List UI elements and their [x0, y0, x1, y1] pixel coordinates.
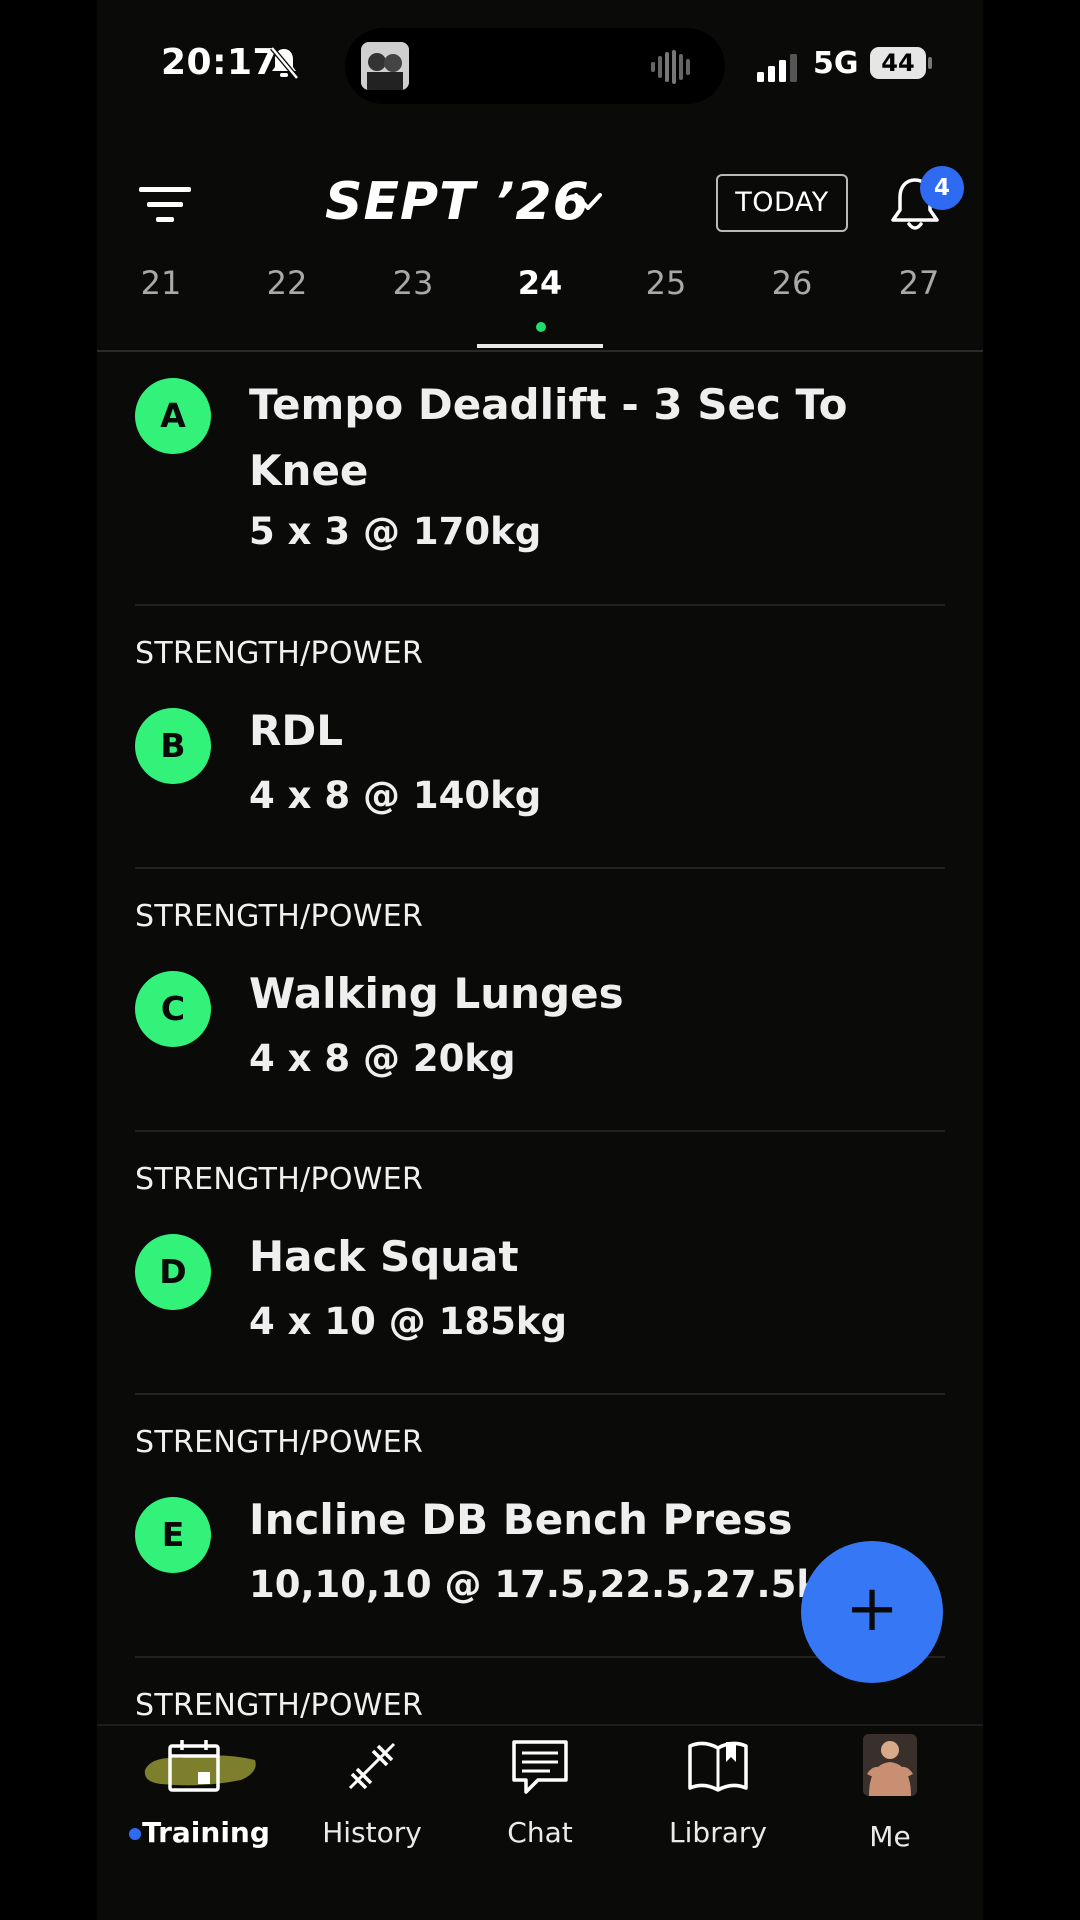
exercise-item-f[interactable]: STRENGTH/POWER [135, 1658, 945, 1724]
status-time: 20:17 [161, 42, 279, 83]
exercise-name: Incline DB Bench Press [249, 1495, 793, 1544]
exercise-list: A Tempo Deadlift - 3 Sec To Knee 5 x 3 @… [97, 352, 983, 1724]
filter-icon[interactable] [139, 185, 191, 225]
exercise-item-c[interactable]: STRENGTH/POWER C Walking Lunges 4 x 8 @ … [135, 869, 945, 1132]
bottom-nav: Training History Chat Library Me [97, 1724, 983, 1920]
category-label: STRENGTH/POWER [135, 1688, 424, 1723]
book-icon [688, 1741, 748, 1792]
nav-label: Library [669, 1816, 767, 1849]
exercise-item-b[interactable]: STRENGTH/POWER B RDL 4 x 8 @ 140kg [135, 606, 945, 869]
now-playing-artwork [361, 42, 409, 90]
exercise-prescription: 4 x 8 @ 20kg [249, 1037, 516, 1080]
category-label: STRENGTH/POWER [135, 1162, 424, 1197]
exercise-letter-badge: E [135, 1497, 211, 1573]
exercise-prescription: 4 x 10 @ 185kg [249, 1300, 567, 1343]
app-screen: 20:17 5G 44 SEPT ’26 TODAY 4 21 22 23 24… [97, 0, 983, 1920]
exercise-name: RDL [249, 706, 343, 755]
exercise-prescription: 10,10,10 @ 17.5,22.5,27.5kg [249, 1563, 848, 1606]
avatar [863, 1734, 917, 1796]
network-type: 5G [813, 46, 859, 81]
nav-library[interactable]: Library [633, 1726, 803, 1849]
date-26[interactable]: 26 [732, 264, 852, 302]
month-selector[interactable]: SEPT ’26 [325, 172, 590, 232]
exercise-letter-badge: A [135, 378, 211, 454]
date-24-selected[interactable]: 24 [480, 264, 600, 302]
nav-label: Me [869, 1820, 911, 1853]
notification-count-badge: 4 [920, 166, 964, 210]
exercise-letter-badge: B [135, 708, 211, 784]
exercise-item-a[interactable]: A Tempo Deadlift - 3 Sec To Knee 5 x 3 @… [135, 352, 945, 606]
selected-date-underline [477, 344, 603, 348]
workout-indicator-dot [536, 322, 546, 332]
exercise-prescription: 4 x 8 @ 140kg [249, 774, 542, 817]
calendar-icon [168, 1740, 220, 1792]
cellular-signal-icon [757, 54, 797, 82]
chat-icon [512, 1740, 568, 1794]
date-25[interactable]: 25 [606, 264, 726, 302]
nav-label: History [322, 1816, 422, 1849]
nav-chat[interactable]: Chat [455, 1726, 625, 1849]
nav-training[interactable]: Training [109, 1726, 279, 1849]
battery-icon: 44 [870, 47, 934, 79]
category-label: STRENGTH/POWER [135, 899, 424, 934]
category-label: STRENGTH/POWER [135, 1425, 424, 1460]
status-bar: 20:17 5G 44 [97, 0, 983, 130]
exercise-letter-badge: D [135, 1234, 211, 1310]
chevron-down-icon[interactable] [571, 190, 605, 214]
nav-label: Training [142, 1816, 270, 1849]
date-21[interactable]: 21 [101, 264, 221, 302]
exercise-name: Walking Lunges [249, 969, 624, 1018]
exercise-item-d[interactable]: STRENGTH/POWER D Hack Squat 4 x 10 @ 185… [135, 1132, 945, 1395]
exercise-prescription: 5 x 3 @ 170kg [249, 510, 542, 553]
silent-mode-icon [270, 46, 299, 80]
audio-waveform-icon [651, 50, 690, 84]
today-button[interactable]: TODAY [716, 174, 848, 232]
date-22[interactable]: 22 [227, 264, 347, 302]
category-label: STRENGTH/POWER [135, 636, 424, 671]
date-strip: 21 22 23 24 25 26 27 [97, 264, 983, 354]
dynamic-island[interactable] [345, 28, 725, 104]
exercise-name: Tempo Deadlift - 3 Sec To Knee [249, 380, 848, 495]
battery-level: 44 [870, 47, 926, 79]
nav-me[interactable]: Me [805, 1726, 975, 1853]
exercise-letter-badge: C [135, 971, 211, 1047]
nav-label: Chat [507, 1816, 573, 1849]
date-27[interactable]: 27 [859, 264, 979, 302]
barbell-icon [348, 1742, 396, 1790]
nav-history[interactable]: History [287, 1726, 457, 1849]
add-exercise-button[interactable]: + [801, 1541, 943, 1683]
exercise-name: Hack Squat [249, 1232, 519, 1281]
date-23[interactable]: 23 [353, 264, 473, 302]
